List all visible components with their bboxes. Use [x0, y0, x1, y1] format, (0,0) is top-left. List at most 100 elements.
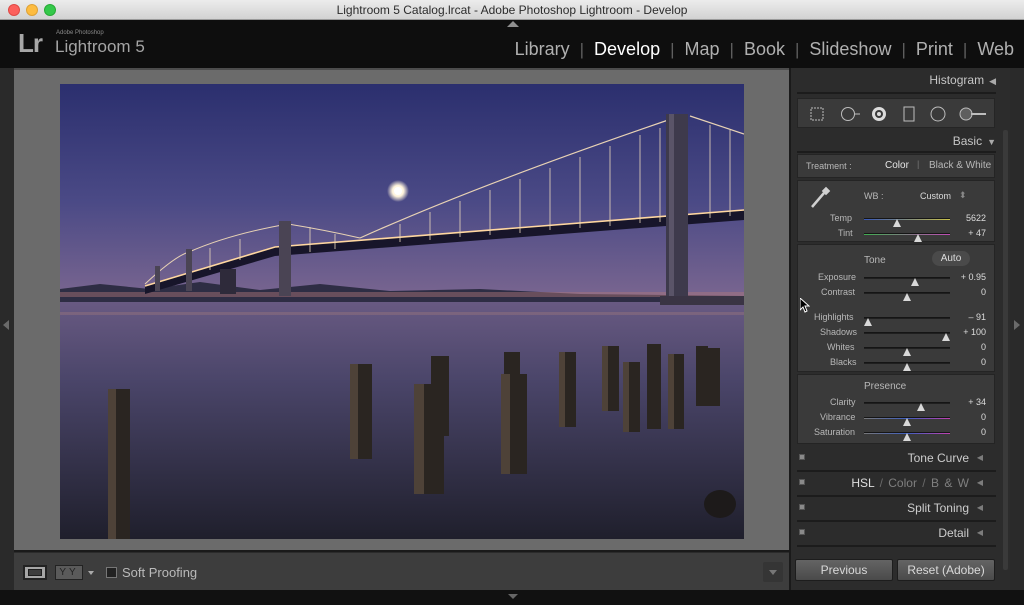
image-canvas[interactable]: [14, 68, 789, 550]
whites-slider[interactable]: [864, 347, 950, 356]
bay-bridge-photo: [60, 84, 744, 539]
presence-group: Presence Clarity + 34 Vibrance 0 Saturat…: [797, 374, 995, 444]
identity-plate: Lr Adobe Photoshop Lightroom 5 Library |…: [0, 20, 1024, 68]
right-panel-scrollbar[interactable]: [1003, 130, 1008, 570]
right-panel-toggle-icon[interactable]: [1014, 320, 1020, 330]
panel-switch-icon[interactable]: [799, 479, 805, 485]
basic-label: Basic: [952, 134, 983, 148]
module-separator: |: [729, 39, 734, 59]
module-book[interactable]: Book: [744, 39, 785, 60]
module-library[interactable]: Library: [515, 39, 570, 60]
expand-triangle-icon: ▼: [987, 137, 996, 147]
before-after-button[interactable]: YY: [55, 565, 83, 580]
auto-tone-button[interactable]: Auto: [932, 251, 970, 266]
wb-select[interactable]: Custom: [920, 191, 951, 201]
blacks-value[interactable]: 0: [946, 357, 986, 367]
panel-switch-icon[interactable]: [799, 454, 805, 460]
treatment-bw-option[interactable]: Black & White: [929, 160, 991, 171]
tone-curve-header[interactable]: Tone Curve ◀: [791, 446, 999, 470]
bottom-panel-toggle-icon[interactable]: [508, 594, 518, 599]
temp-slider[interactable]: [864, 218, 950, 227]
treatment-color-option[interactable]: Color: [885, 160, 909, 171]
histogram-header[interactable]: Histogram ◀: [929, 73, 996, 87]
contrast-slider[interactable]: [864, 292, 950, 301]
saturation-value[interactable]: 0: [946, 427, 986, 437]
clarity-slider-thumb[interactable]: [916, 399, 925, 411]
whites-slider-thumb[interactable]: [903, 344, 911, 356]
crop-icon[interactable]: [808, 105, 826, 123]
panel-switch-icon[interactable]: [799, 504, 805, 510]
loupe-view-button[interactable]: [23, 565, 47, 580]
soft-proofing-checkbox[interactable]: [106, 567, 117, 578]
module-separator: |: [794, 39, 800, 59]
contrast-label: Contrast: [821, 287, 856, 297]
module-slideshow[interactable]: Slideshow: [809, 39, 891, 60]
top-panel-toggle-icon[interactable]: [507, 21, 519, 27]
module-print[interactable]: Print: [916, 39, 953, 60]
module-web[interactable]: Web: [977, 39, 1014, 60]
clarity-slider[interactable]: [864, 402, 950, 411]
highlights-slider[interactable]: [864, 317, 950, 326]
saturation-slider-thumb[interactable]: [903, 429, 911, 441]
color-tab[interactable]: Color: [888, 476, 917, 490]
tint-slider[interactable]: [864, 233, 950, 242]
hsl-tab[interactable]: HSL: [851, 476, 874, 490]
window-title: Lightroom 5 Catalog.lrcat - Adobe Photos…: [336, 3, 688, 17]
wb-select-arrows-icon: ⬍: [959, 190, 967, 200]
toolbar-content-menu[interactable]: [763, 562, 783, 582]
temp-value[interactable]: 5622: [946, 213, 986, 223]
lightroom-window: Lightroom 5 Catalog.lrcat - Adobe Photos…: [0, 0, 1024, 605]
module-map[interactable]: Map: [685, 39, 720, 60]
chevron-down-icon: [769, 570, 777, 575]
bw-tab[interactable]: B & W: [931, 476, 969, 490]
clarity-label: Clarity: [830, 397, 856, 407]
radial-filter-icon[interactable]: [929, 105, 947, 123]
panel-switch-icon[interactable]: [799, 529, 805, 535]
adjustment-brush-icon[interactable]: [958, 105, 988, 123]
treatment-separator: |: [917, 159, 920, 169]
reset-button[interactable]: Reset (Adobe): [897, 559, 995, 581]
contrast-slider-thumb[interactable]: [903, 289, 911, 301]
vibrance-slider[interactable]: [864, 417, 950, 426]
blacks-slider[interactable]: [864, 362, 950, 371]
collapse-triangle-icon: ◀: [976, 453, 983, 462]
split-toning-header[interactable]: Split Toning ◀: [791, 496, 999, 520]
module-develop[interactable]: Develop: [594, 39, 660, 60]
whites-value[interactable]: 0: [946, 342, 986, 352]
left-panel-toggle-icon[interactable]: [3, 320, 9, 330]
vibrance-slider-thumb[interactable]: [903, 414, 911, 426]
contrast-value[interactable]: 0: [946, 287, 986, 297]
tab-separator: /: [922, 476, 926, 490]
detail-header[interactable]: Detail ◀: [791, 521, 999, 545]
exposure-slider-thumb[interactable]: [910, 274, 919, 286]
highlights-slider-thumb[interactable]: [864, 314, 873, 326]
exposure-value[interactable]: + 0.95: [946, 272, 986, 282]
lightroom-logo: Lr: [18, 28, 43, 58]
left-panel-collapsed-strip[interactable]: [0, 68, 14, 598]
hsl-header[interactable]: HSL / Color / B & W ◀: [791, 471, 999, 495]
red-eye-icon[interactable]: [870, 105, 888, 123]
panel-divider: [797, 92, 996, 94]
saturation-slider[interactable]: [864, 432, 950, 441]
exposure-slider[interactable]: [864, 277, 950, 286]
whites-label: Whites: [827, 342, 855, 352]
tint-value[interactable]: + 47: [946, 228, 986, 238]
spot-removal-icon[interactable]: [839, 105, 860, 123]
graduated-filter-icon[interactable]: [900, 105, 918, 123]
before-after-dropdown-icon[interactable]: [88, 571, 94, 575]
tint-slider-thumb[interactable]: [914, 230, 923, 242]
filmstrip-collapsed-bar[interactable]: [0, 590, 1024, 605]
photo-preview[interactable]: [60, 84, 744, 539]
vibrance-value[interactable]: 0: [946, 412, 986, 422]
module-separator: |: [901, 39, 906, 59]
previous-button[interactable]: Previous: [795, 559, 893, 581]
highlights-value[interactable]: – 91: [946, 312, 986, 322]
temp-slider-thumb[interactable]: [892, 215, 901, 227]
shadows-value[interactable]: + 100: [946, 327, 986, 337]
eyedropper-icon[interactable]: [806, 185, 832, 211]
blacks-slider-thumb[interactable]: [903, 359, 911, 371]
shadows-slider[interactable]: [864, 332, 950, 341]
basic-header[interactable]: Basic ▼: [953, 134, 996, 148]
clarity-value[interactable]: + 34: [946, 397, 986, 407]
white-balance-group: WB : Custom ⬍ Temp 5622 Tint + 47: [797, 180, 995, 242]
